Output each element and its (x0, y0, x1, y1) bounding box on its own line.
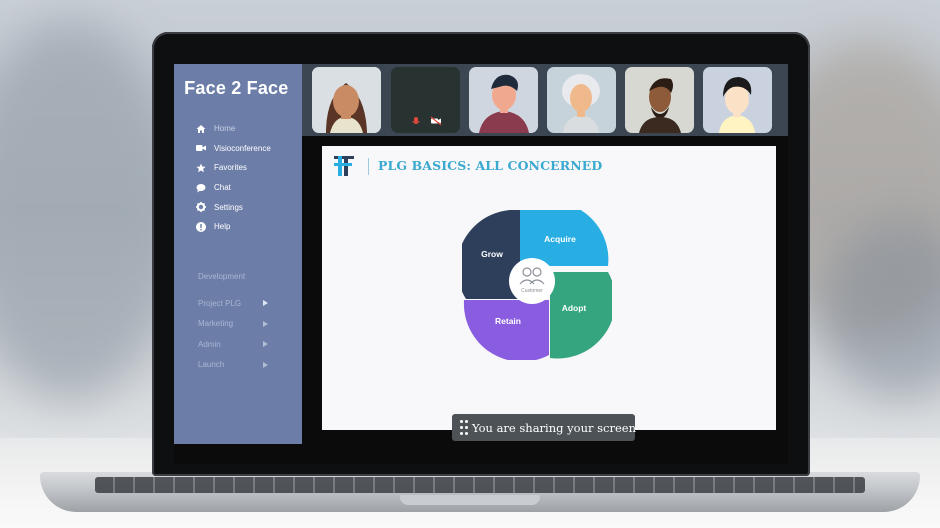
laptop-screen: FFace 2 Face Home Visioconference Favori… (174, 64, 788, 464)
sidebar-item-help[interactable]: Help (196, 217, 271, 237)
laptop-trackpad (400, 495, 540, 505)
project-groups: Project PLG Marketing Admin Launch (198, 293, 268, 375)
participant-tile-6[interactable] (703, 67, 772, 133)
group-item-label: Marketing (198, 319, 234, 329)
group-item-project-plg[interactable]: Project PLG (198, 293, 268, 314)
slide-logo-icon (332, 154, 358, 183)
laptop-keyboard (95, 477, 865, 493)
sidebar-item-label: Help (214, 222, 231, 232)
star-icon (196, 163, 206, 173)
sidebar-nav: Home Visioconference Favorites Chat Sett… (196, 119, 271, 237)
screen-share-banner[interactable]: You are sharing your screen (452, 414, 636, 441)
sidebar-item-settings[interactable]: Settings (196, 197, 271, 217)
group-item-label: Project PLG (198, 298, 242, 308)
sidebar-item-visioconference[interactable]: Visioconference (196, 139, 271, 159)
sidebar-item-chat[interactable]: Chat (196, 178, 271, 198)
app-logo[interactable]: FFace 2 Face (184, 78, 288, 99)
segment-adopt (550, 272, 612, 359)
expand-arrow-icon (263, 341, 268, 348)
participant-avatar (703, 67, 772, 133)
group-item-label: Launch (198, 360, 225, 370)
expand-arrow-icon (263, 320, 268, 327)
share-status-text: You are sharing your screen (472, 420, 636, 435)
segment-retain (463, 300, 549, 360)
group-item-label: Admin (198, 339, 221, 349)
participant-tile-3[interactable] (469, 67, 538, 133)
sidebar-item-label: Chat (214, 183, 231, 193)
gear-icon (196, 202, 206, 213)
segment-label-acquire: Acquire (544, 234, 576, 244)
slide-title-divider (368, 158, 369, 175)
sidebar: FFace 2 Face Home Visioconference Favori… (174, 64, 302, 464)
section-label-development: Development (198, 272, 246, 281)
participant-avatar (469, 67, 538, 133)
sidebar-item-favorites[interactable]: Favorites (196, 158, 271, 178)
segment-label-adopt: Adopt (562, 303, 587, 313)
participant-avatar (625, 67, 694, 133)
participant-tile-5[interactable] (625, 67, 694, 133)
customer-center-circle (509, 258, 555, 304)
center-label-customer: Customer (521, 288, 543, 294)
expand-arrow-icon (263, 361, 268, 368)
sidebar-item-home[interactable]: Home (196, 119, 271, 139)
participant-avatar (547, 67, 616, 133)
group-item-marketing[interactable]: Marketing (198, 314, 268, 335)
expand-arrow-icon (263, 300, 268, 307)
plg-cycle-diagram: Acquire Adopt Retain Grow Customer (462, 210, 612, 360)
slide-title: PLG BASICS: ALL CONCERNED (378, 158, 603, 173)
group-item-launch[interactable]: Launch (198, 355, 268, 376)
camera-off-tile (391, 67, 460, 133)
segment-label-grow: Grow (481, 249, 503, 259)
sidebar-item-label: Visioconference (214, 143, 271, 153)
participant-avatar (312, 67, 381, 133)
screen-bottom-bar (174, 444, 788, 464)
group-item-admin[interactable]: Admin (198, 334, 268, 355)
shared-screen-slide: PLG BASICS: ALL CONCERNED Acquire Adopt … (322, 146, 776, 430)
participants-strip (302, 64, 788, 136)
segment-label-retain: Retain (495, 316, 521, 326)
sidebar-item-label: Favorites (214, 163, 247, 173)
sidebar-item-label: Home (214, 124, 236, 134)
participant-tile-2[interactable] (391, 67, 460, 133)
info-icon (196, 221, 206, 232)
participant-tile-1[interactable] (312, 67, 381, 133)
chat-bubble-icon (196, 183, 206, 193)
app-logo-text: Face 2 Face (184, 78, 289, 98)
home-icon (196, 124, 206, 134)
video-camera-icon (196, 143, 206, 153)
sidebar-item-label: Settings (214, 202, 243, 212)
participant-tile-4[interactable] (547, 67, 616, 133)
